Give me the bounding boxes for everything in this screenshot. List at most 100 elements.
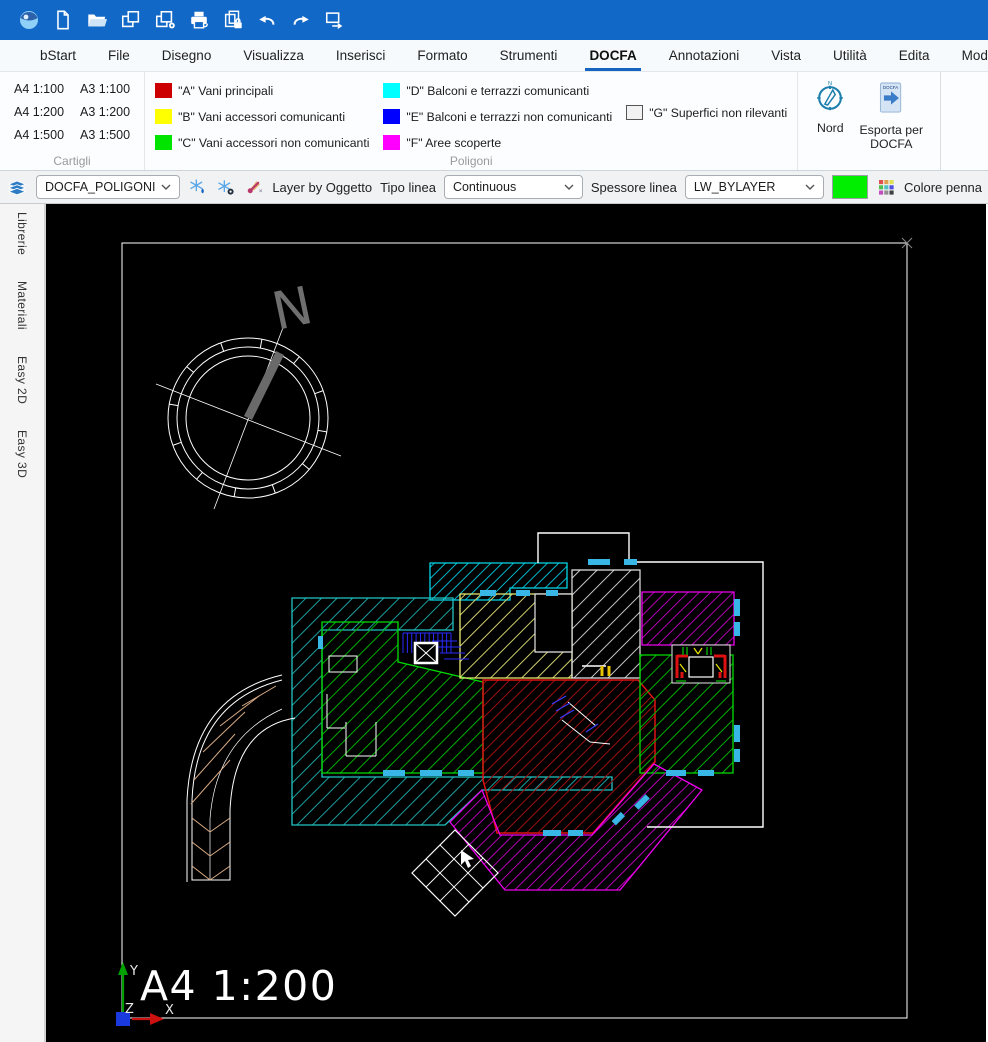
menu-item-inserisci[interactable]: Inserisci (320, 40, 402, 71)
legend-label-f: "F" Aree scoperte (406, 136, 501, 150)
properties-toolbar: DOCFA_POLIGONI Layer by Oggetto Tipo lin… (0, 171, 988, 204)
cartiglio-a4-1-500[interactable]: A4 1:500 (14, 128, 64, 142)
menu-item-bstart[interactable]: bStart (24, 40, 92, 71)
cartiglio-a3-1-500[interactable]: A3 1:500 (80, 128, 130, 142)
nord-compass-icon: N (814, 80, 846, 119)
legend-label-a: "A" Vani principali (178, 84, 273, 98)
left-panel-tabs: Librerie Materiali Easy 2D Easy 3D (0, 204, 46, 1042)
sidebar-tab-easy-3d[interactable]: Easy 3D (15, 430, 29, 478)
app-logo[interactable] (16, 7, 42, 33)
region-room-white[interactable] (572, 570, 640, 678)
layer-select[interactable]: DOCFA_POLIGONI (36, 175, 180, 199)
linetype-select-value: Continuous (453, 180, 516, 194)
cartigli-buttons: A4 1:100 A3 1:100 A4 1:200 A3 1:200 A4 1:500… (10, 78, 134, 146)
legend-label-c: "C" Vani accessori non comunicanti (178, 136, 369, 150)
new-file-icon[interactable] (50, 7, 76, 33)
layer-freeze-viewport-icon[interactable] (216, 175, 236, 199)
legend-swatch-a (155, 83, 172, 98)
legend-label-e: "E" Balconi e terrazzi non comunicanti (406, 110, 612, 124)
ribbon: A4 1:100 A3 1:100 A4 1:200 A3 1:200 A4 1:500… (0, 72, 988, 171)
lineweight-select[interactable]: LW_BYLAYER (685, 175, 824, 199)
export-docfa-icon: DOCFA (876, 80, 906, 121)
linetype-select[interactable]: Continuous (444, 175, 583, 199)
ribbon-group-cartigli: A4 1:100 A3 1:100 A4 1:200 A3 1:200 A4 1:500… (0, 72, 145, 170)
menu-item-docfa[interactable]: DOCFA (573, 40, 652, 71)
legend-item-g[interactable]: "G" Superfici non rilevanti (626, 102, 787, 123)
legend-swatch-f (383, 135, 400, 150)
sidebar-tab-librerie[interactable]: Librerie (15, 212, 29, 255)
layers-icon[interactable] (6, 175, 28, 199)
chevron-down-icon (564, 184, 574, 190)
bath-tub (689, 657, 713, 677)
legend-swatch-b (155, 109, 172, 124)
region-aree-f-nord[interactable] (642, 592, 734, 645)
menu-item-disegno[interactable]: Disegno (146, 40, 228, 71)
menu-item-utilit[interactable]: Utilità (817, 40, 883, 71)
legend-column: "A" Vani principali "B" Vani accessori co… (155, 80, 369, 153)
drawing-area[interactable]: NYZXA4 1:200 (46, 204, 986, 1042)
legend-label-b: "B" Vani accessori comunicanti (178, 110, 345, 124)
group-title-cartigli: Cartigli (0, 154, 144, 168)
svg-text:DOCFA: DOCFA (883, 85, 898, 90)
menu-item-moduli[interactable]: Moduli (946, 40, 988, 71)
chevron-down-icon (161, 184, 171, 190)
save-icon[interactable] (118, 7, 144, 33)
sheet-scale-label: A4 1:200 (140, 962, 337, 1010)
menu-item-file[interactable]: File (92, 40, 146, 71)
open-folder-icon[interactable] (84, 7, 110, 33)
menu-bar: bStartFileDisegnoVisualizzaInserisciForm… (0, 40, 988, 72)
legend-column: "G" Superfici non rilevanti (626, 80, 787, 153)
cartiglio-a3-1-200[interactable]: A3 1:200 (80, 105, 130, 119)
legend-item-c[interactable]: "C" Vani accessori non comunicanti (155, 132, 369, 153)
menu-item-visualizza[interactable]: Visualizza (227, 40, 320, 71)
export-docfa-button[interactable]: DOCFA Esporta per DOCFA (852, 78, 930, 153)
sidebar-tab-materiali[interactable]: Materiali (15, 281, 29, 330)
chevron-down-icon (805, 184, 815, 190)
menu-item-strumenti[interactable]: Strumenti (484, 40, 574, 71)
print-icon[interactable] (186, 7, 212, 33)
layer-freeze-icon[interactable] (188, 175, 208, 199)
import-icon[interactable] (322, 7, 348, 33)
polygon-legend: "A" Vani principali "B" Vani accessori co… (155, 78, 787, 153)
legend-label-d: "D" Balconi e terrazzi comunicanti (406, 84, 589, 98)
linetype-label: Tipo linea (380, 180, 436, 195)
pen-color-label: Colore penna (904, 180, 982, 195)
legend-item-b[interactable]: "B" Vani accessori comunicanti (155, 106, 369, 127)
svg-text:N: N (828, 81, 832, 87)
legend-item-d[interactable]: "D" Balconi e terrazzi comunicanti (383, 80, 612, 101)
sidebar-tab-easy-2d[interactable]: Easy 2D (15, 356, 29, 404)
save-as-icon[interactable] (152, 7, 178, 33)
copy-icon[interactable] (220, 7, 246, 33)
nord-button[interactable]: N Nord (808, 78, 852, 137)
cartiglio-a3-1-100[interactable]: A3 1:100 (80, 82, 130, 96)
quick-access-toolbar (0, 0, 988, 40)
legend-swatch-e (383, 109, 400, 124)
menu-item-edita[interactable]: Edita (883, 40, 946, 71)
ribbon-group-poligoni: "A" Vani principali "B" Vani accessori co… (145, 72, 798, 170)
lineweight-label: Spessore linea (591, 180, 677, 195)
legend-swatch-g (626, 105, 643, 120)
undo-icon[interactable] (254, 7, 280, 33)
cartiglio-a4-1-200[interactable]: A4 1:200 (14, 105, 64, 119)
legend-item-a[interactable]: "A" Vani principali (155, 80, 369, 101)
group-title-poligoni: Poligoni (145, 154, 797, 168)
ribbon-empty-space (941, 72, 988, 170)
ribbon-group-docfa-tools: N Nord DOCFA Esporta per DOCFA (798, 72, 941, 170)
menu-item-formato[interactable]: Formato (401, 40, 483, 71)
redo-icon[interactable] (288, 7, 314, 33)
legend-column: "D" Balconi e terrazzi comunicanti "E" Ba… (383, 80, 612, 153)
layer-temperature-icon[interactable] (244, 175, 264, 199)
legend-item-e[interactable]: "E" Balconi e terrazzi non comunicanti (383, 106, 612, 127)
ucs-label-z: Z (125, 1002, 134, 1017)
pen-color-swatch[interactable] (832, 175, 868, 199)
layer-by-object-label: Layer by Oggetto (272, 180, 372, 195)
cartiglio-a4-1-100[interactable]: A4 1:100 (14, 82, 64, 96)
layer-select-value: DOCFA_POLIGONI (45, 180, 155, 194)
ucs-label-y: Y (129, 964, 138, 979)
legend-item-f[interactable]: "F" Aree scoperte (383, 132, 612, 153)
drawing-canvas[interactable]: NYZXA4 1:200 (46, 204, 986, 1042)
legend-swatch-c (155, 135, 172, 150)
menu-item-annotazioni[interactable]: Annotazioni (653, 40, 756, 71)
menu-item-vista[interactable]: Vista (755, 40, 817, 71)
color-palette-icon[interactable] (876, 175, 896, 199)
